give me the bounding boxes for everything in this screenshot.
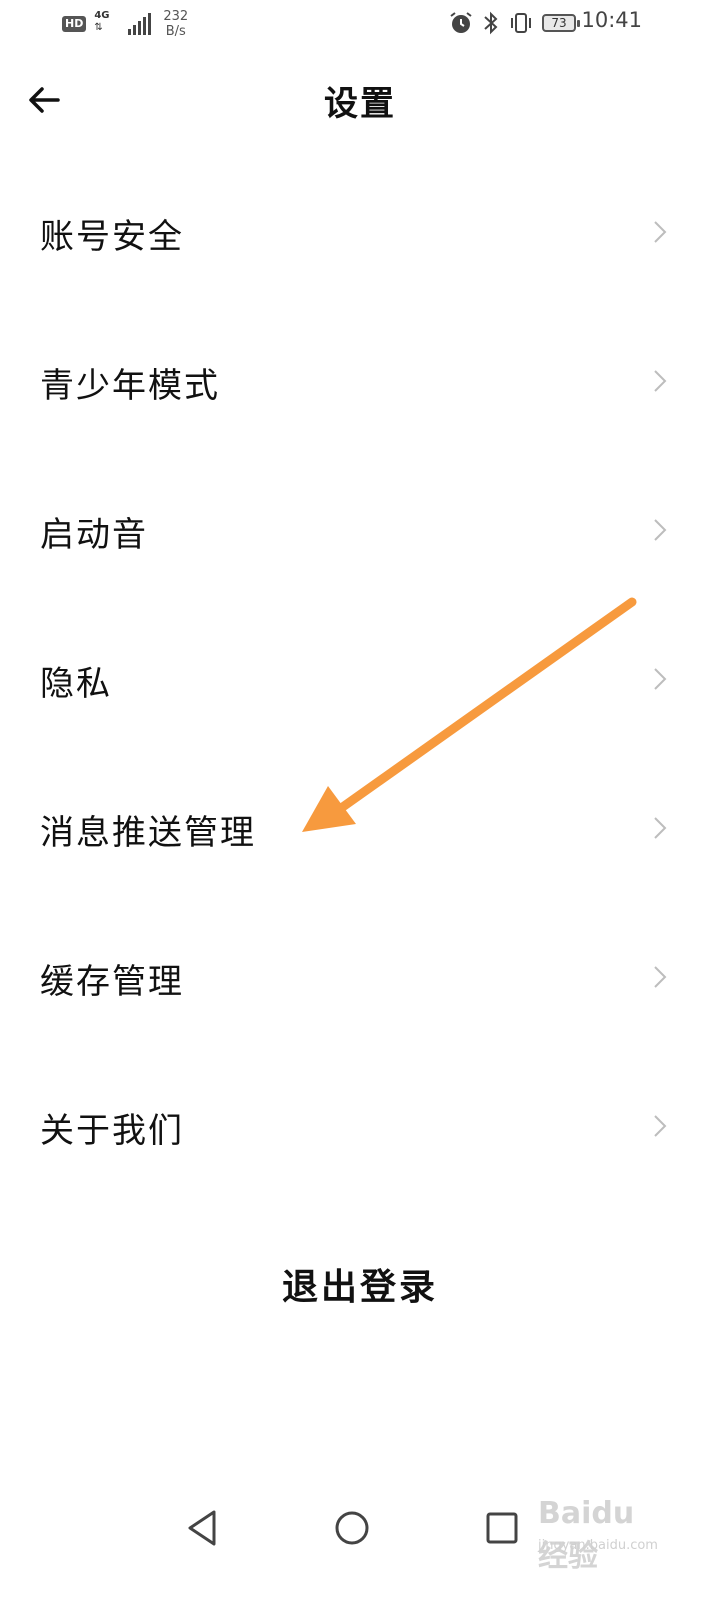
menu-item-cache-management[interactable]: 缓存管理 bbox=[0, 902, 720, 1051]
menu-item-about-us[interactable]: 关于我们 bbox=[0, 1051, 720, 1200]
status-left: HD 4G ⇅ 232 B/s bbox=[62, 6, 188, 42]
network-type-icon: 4G ⇅ bbox=[94, 10, 110, 33]
header: 设置 bbox=[0, 60, 720, 140]
battery-icon: 73 bbox=[542, 14, 580, 32]
logout-button[interactable]: 退出登录 bbox=[0, 1258, 720, 1310]
chevron-right-icon bbox=[654, 370, 667, 392]
status-bar: HD 4G ⇅ 232 B/s 73 10:41 bbox=[0, 0, 720, 50]
page-title: 设置 bbox=[324, 84, 396, 124]
alarm-icon bbox=[450, 12, 472, 33]
menu-item-label: 关于我们 bbox=[40, 1111, 184, 1151]
chevron-right-icon bbox=[654, 1115, 667, 1137]
chevron-right-icon bbox=[654, 817, 667, 839]
menu-item-teen-mode[interactable]: 青少年模式 bbox=[0, 306, 720, 455]
hd-badge: HD bbox=[62, 16, 87, 32]
signal-icon bbox=[128, 13, 152, 35]
network-speed: 232 B/s bbox=[163, 9, 189, 39]
menu-item-label: 隐私 bbox=[40, 664, 112, 704]
menu-item-label: 青少年模式 bbox=[40, 366, 220, 406]
menu-item-label: 启动音 bbox=[40, 515, 148, 555]
back-triangle-icon[interactable] bbox=[172, 1498, 232, 1558]
status-icons: 73 bbox=[448, 10, 580, 36]
menu-item-startup-sound[interactable]: 启动音 bbox=[0, 455, 720, 604]
watermark: Baidu 经验 jingyan.baidu.com bbox=[538, 1496, 658, 1574]
chevron-right-icon bbox=[654, 221, 667, 243]
chevron-right-icon bbox=[654, 966, 667, 988]
vibrate-icon bbox=[511, 13, 531, 33]
menu-item-label: 缓存管理 bbox=[40, 962, 184, 1002]
chevron-right-icon bbox=[654, 519, 667, 541]
bluetooth-icon bbox=[484, 11, 498, 35]
chevron-right-icon bbox=[654, 668, 667, 690]
menu-item-account-security[interactable]: 账号安全 bbox=[0, 157, 720, 306]
menu-item-push-notifications[interactable]: 消息推送管理 bbox=[0, 753, 720, 902]
menu-item-privacy[interactable]: 隐私 bbox=[0, 604, 720, 753]
recents-square-icon[interactable] bbox=[472, 1498, 532, 1558]
settings-menu: 账号安全 青少年模式 启动音 隐私 消息推送管理 缓存管理 关于我们 bbox=[0, 157, 720, 1200]
menu-item-label: 账号安全 bbox=[40, 217, 184, 257]
clock: 10:41 bbox=[581, 8, 642, 32]
home-circle-icon[interactable] bbox=[322, 1498, 382, 1558]
menu-item-label: 消息推送管理 bbox=[40, 813, 256, 853]
